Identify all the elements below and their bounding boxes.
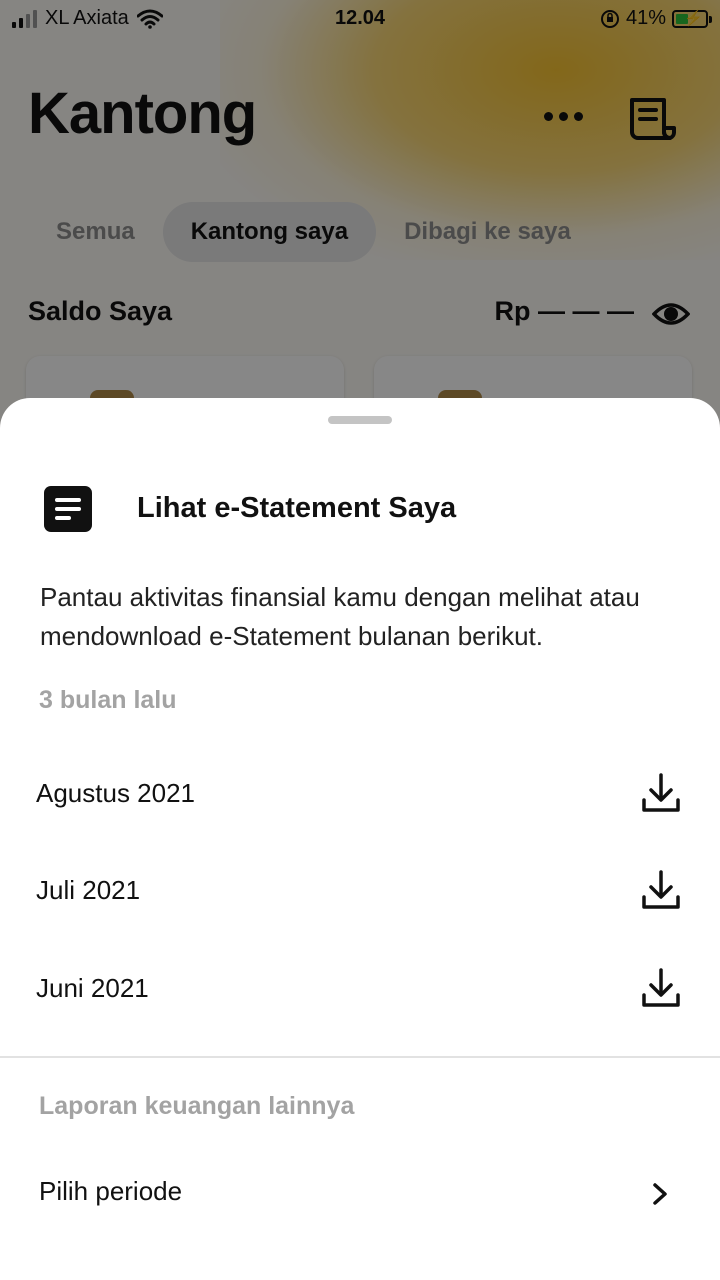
statement-row[interactable]: Agustus 2021 [0, 748, 720, 844]
recent-section-label: 3 bulan lalu [39, 686, 177, 714]
statement-month: Agustus 2021 [36, 778, 196, 808]
chevron-right-icon[interactable] [648, 1180, 672, 1208]
download-icon[interactable] [641, 967, 681, 1009]
statement-row[interactable]: Juni 2021 [0, 943, 720, 1039]
section-divider [0, 1056, 720, 1058]
document-icon [44, 486, 92, 532]
statement-row[interactable]: Juli 2021 [0, 845, 720, 941]
drag-handle[interactable] [328, 416, 392, 424]
sheet-description: Pantau aktivitas finansial kamu dengan m… [40, 582, 640, 651]
download-icon[interactable] [641, 772, 681, 814]
statement-month: Juli 2021 [36, 875, 141, 905]
sheet-title: Lihat e-Statement Saya [137, 492, 457, 524]
statement-month: Juni 2021 [36, 973, 149, 1003]
choose-period-label: Pilih periode [39, 1176, 183, 1206]
download-icon[interactable] [641, 869, 681, 911]
other-reports-label: Laporan keuangan lainnya [39, 1092, 355, 1120]
estatement-sheet: Lihat e-Statement Saya Pantau aktivitas … [0, 398, 720, 1280]
choose-period-row[interactable]: Pilih periode [0, 1146, 720, 1236]
